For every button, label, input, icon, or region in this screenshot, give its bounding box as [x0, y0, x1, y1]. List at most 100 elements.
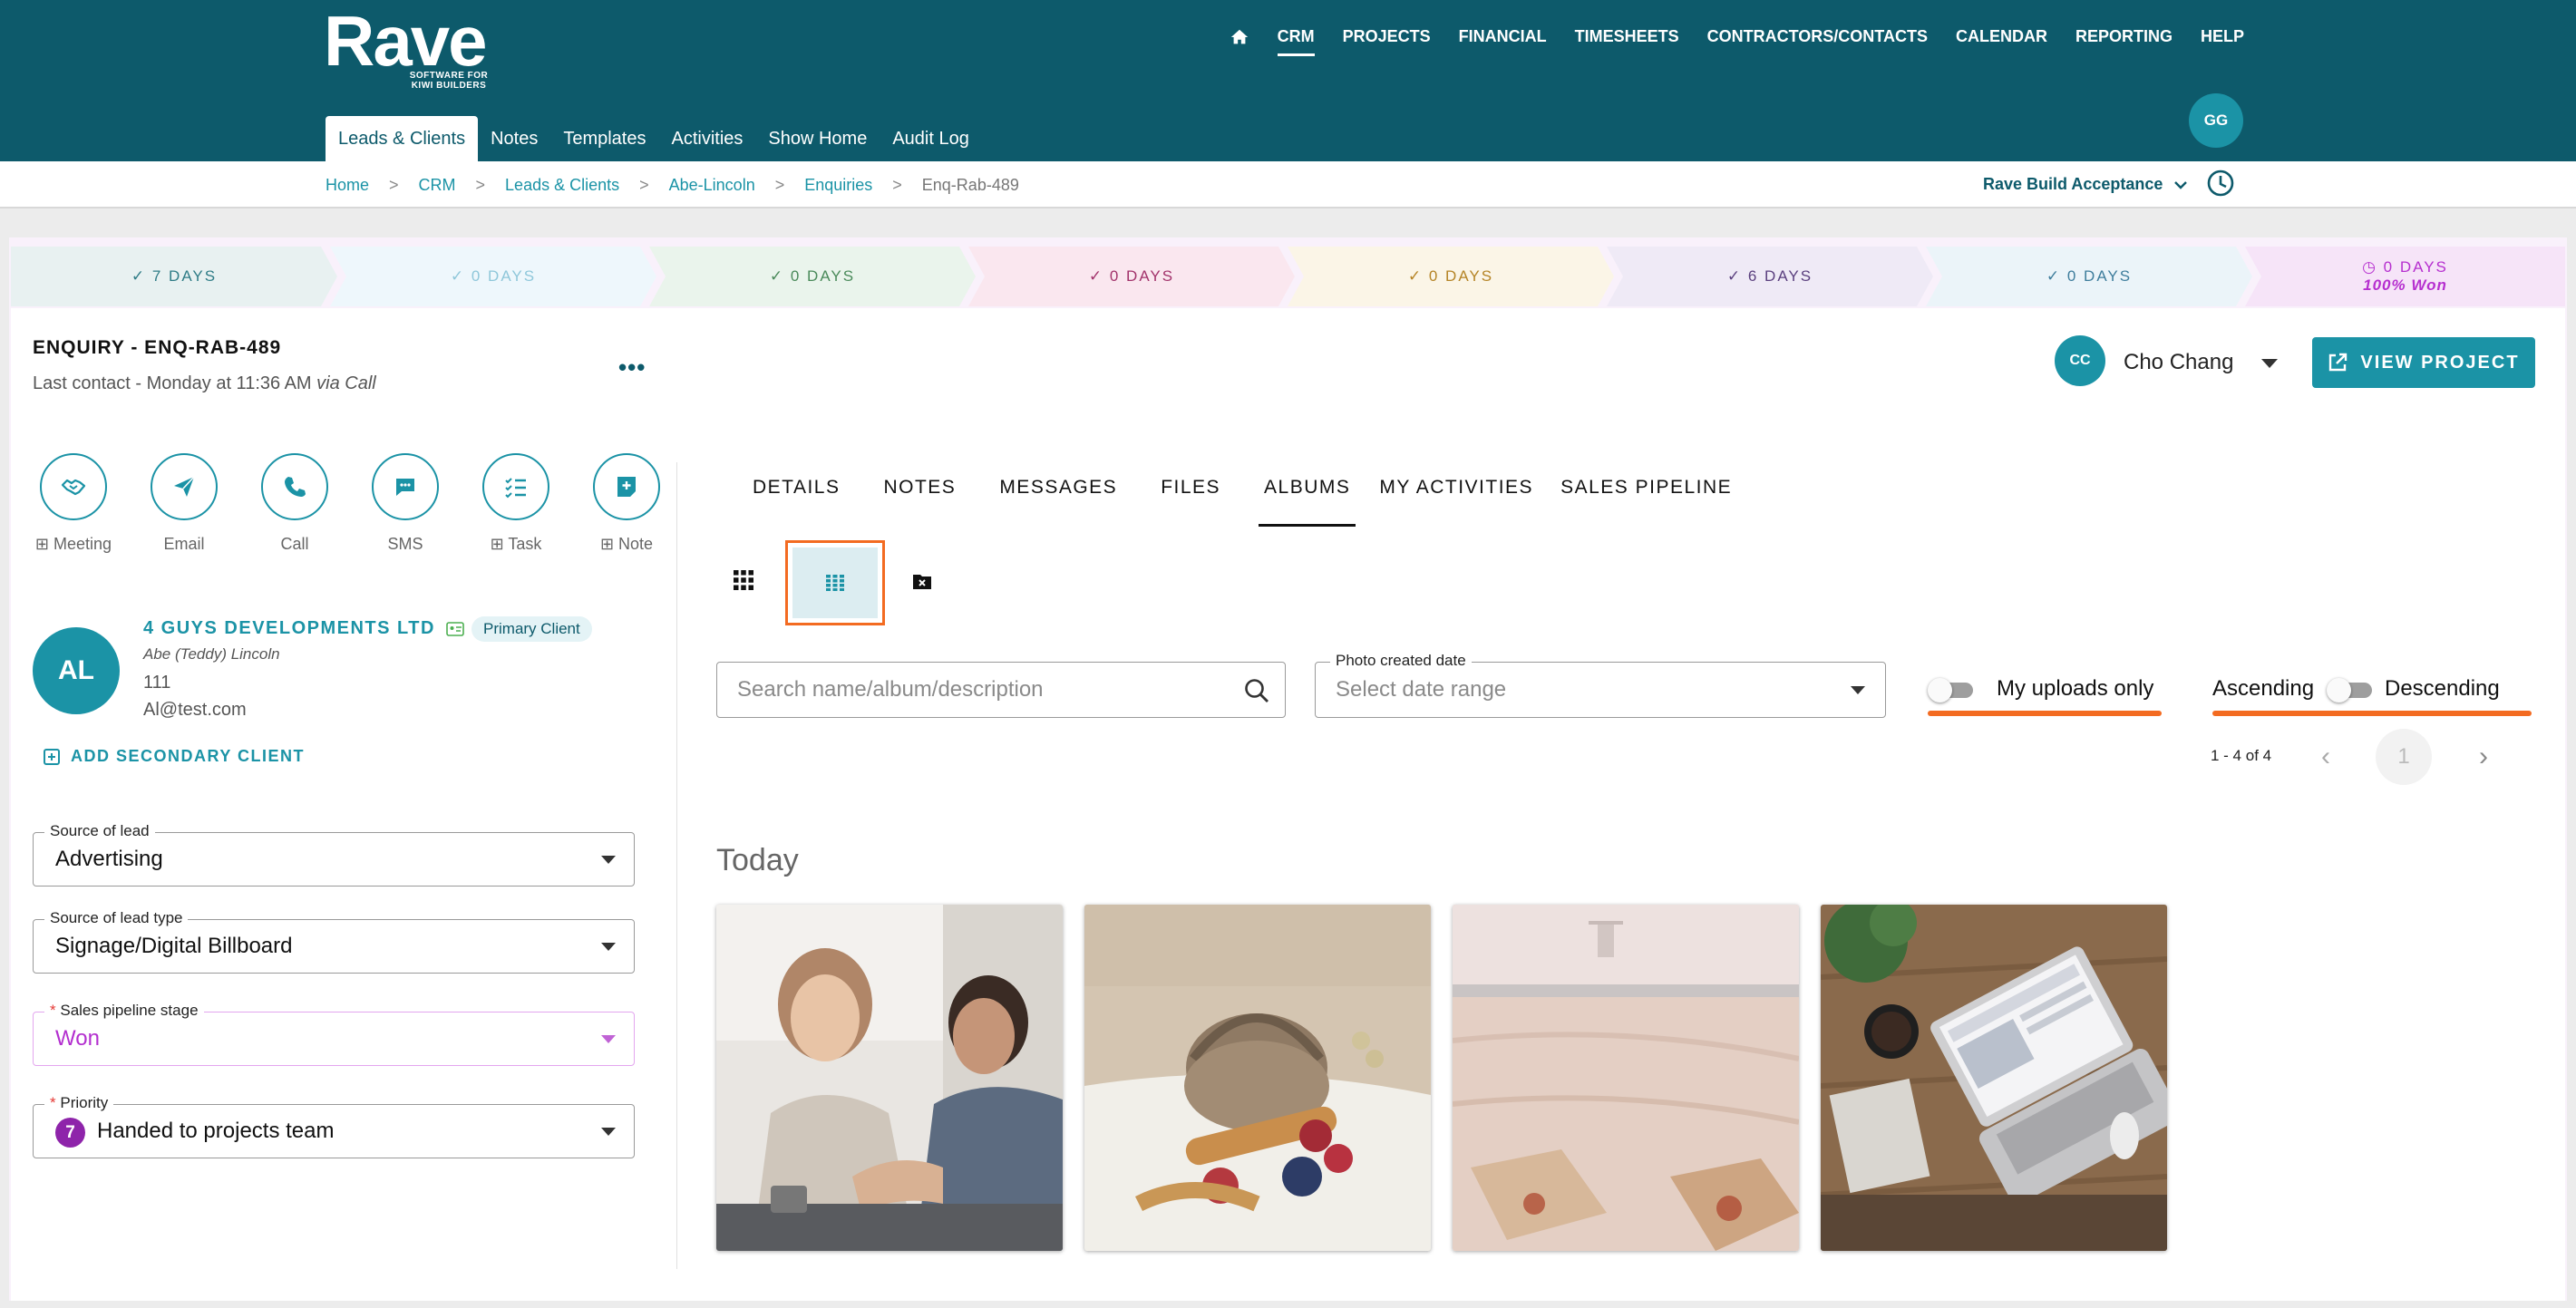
action-meeting[interactable]: ⊞ Meeting — [33, 453, 114, 554]
photo-picnic-beach — [1084, 905, 1431, 1251]
tab-sales-pipeline[interactable]: SALES PIPELINE — [1555, 477, 1754, 527]
tab-my-activities[interactable]: MY ACTIVITIES — [1372, 477, 1555, 527]
crumb-client[interactable]: Abe-Lincoln — [669, 176, 755, 195]
my-uploads-toggle[interactable] — [1928, 678, 1973, 702]
rave-logo[interactable]: Rave SOFTWARE FOR KIWI BUILDERS — [324, 5, 488, 91]
stage-7[interactable]: ✓ 0 DAYS — [1926, 247, 2252, 306]
grid-view-icon[interactable] — [733, 569, 754, 591]
stage-4[interactable]: ✓ 0 DAYS — [968, 247, 1295, 306]
user-avatar[interactable]: GG — [2189, 93, 2243, 148]
sales-pipeline-stage-select[interactable]: * Sales pipeline stage Won — [33, 1002, 635, 1066]
tab-messages[interactable]: MESSAGES — [977, 477, 1139, 527]
nav-financial[interactable]: FINANCIAL — [1459, 27, 1547, 56]
subnav-notes[interactable]: Notes — [478, 129, 550, 161]
page-number[interactable]: 1 — [2376, 729, 2432, 785]
breadcrumb-bar: Home > CRM > Leads & Clients > Abe-Linco… — [0, 161, 2576, 208]
sub-nav: Leads & Clients Notes Templates Activiti… — [326, 116, 982, 161]
home-icon[interactable] — [1230, 27, 1249, 56]
nav-reporting[interactable]: REPORTING — [2075, 27, 2173, 56]
tab-details[interactable]: DETAILS — [733, 477, 861, 527]
logo-tagline: SOFTWARE FOR KIWI BUILDERS — [403, 71, 494, 91]
album-photo[interactable] — [1821, 905, 2167, 1251]
enquiry-shell: ✓ 7 DAYS ✓ 0 DAYS ✓ 0 DAYS ✓ 0 DAYS ✓ 0 … — [9, 237, 2567, 1301]
add-secondary-client-button[interactable]: ADD SECONDARY CLIENT — [44, 747, 305, 766]
checklist-icon — [482, 453, 549, 520]
primary-client-badge: Primary Client — [471, 616, 592, 642]
nav-projects[interactable]: PROJECTS — [1343, 27, 1431, 56]
crumb-separator: > — [639, 176, 649, 194]
album-view-button-selected[interactable] — [785, 540, 885, 625]
tagline-line-1: SOFTWARE FOR — [409, 71, 489, 81]
action-task[interactable]: ⊞ Task — [475, 453, 557, 554]
send-icon — [151, 453, 218, 520]
chevron-right-icon[interactable]: › — [2479, 741, 2488, 772]
main-nav: CRM PROJECTS FINANCIAL TIMESHEETS CONTRA… — [1230, 27, 2244, 56]
subnav-show-home[interactable]: Show Home — [755, 129, 880, 161]
action-sms[interactable]: SMS — [365, 453, 446, 554]
album-search-input[interactable] — [737, 677, 1227, 702]
crumb-separator: > — [774, 176, 785, 194]
date-range-placeholder: Select date range — [1336, 677, 1507, 702]
chevron-left-icon[interactable]: ‹ — [2321, 741, 2330, 772]
stage-5[interactable]: ✓ 0 DAYS — [1288, 247, 1614, 306]
album-photo[interactable] — [1453, 905, 1799, 1251]
organisation-selector[interactable]: Rave Build Acceptance — [1983, 175, 2188, 194]
search-icon[interactable] — [1243, 677, 1270, 704]
client-company-link[interactable]: 4 GUYS DEVELOPMENTS LTD — [143, 618, 435, 639]
pagination-range: 1 - 4 of 4 — [2211, 747, 2272, 764]
tab-albums[interactable]: ALBUMS — [1259, 477, 1356, 527]
field-value: Handed to projects team — [97, 1119, 335, 1143]
source-of-lead-select[interactable]: Source of lead Advertising — [33, 822, 635, 887]
view-project-button[interactable]: VIEW PROJECT — [2312, 337, 2535, 388]
photo-date-range-select[interactable]: Photo created date Select date range — [1315, 652, 1886, 718]
source-of-lead-type-select[interactable]: Source of lead type Signage/Digital Bill… — [33, 909, 635, 974]
nav-contractors-contacts[interactable]: CONTRACTORS/CONTACTS — [1707, 27, 1928, 56]
subnav-templates[interactable]: Templates — [550, 129, 658, 161]
photo-laptop-desk — [1821, 905, 2167, 1251]
subnav-audit-log[interactable]: Audit Log — [880, 129, 982, 161]
crumb-current: Enq-Rab-489 — [921, 176, 1019, 194]
stage-1[interactable]: ✓ 7 DAYS — [11, 247, 337, 306]
owner-name[interactable]: Cho Chang — [2124, 350, 2233, 375]
action-call[interactable]: Call — [254, 453, 335, 554]
album-photo[interactable] — [716, 905, 1063, 1251]
nav-crm[interactable]: CRM — [1277, 27, 1315, 56]
subnav-activities[interactable]: Activities — [658, 129, 755, 161]
stage-8-won[interactable]: ◷ 0 DAYS 100% Won — [2245, 247, 2565, 306]
stage-6-label: ✓ 6 DAYS — [1726, 267, 1813, 285]
sort-descending-label: Descending — [2385, 676, 2500, 701]
photo-sandy-beach — [1453, 905, 1799, 1251]
action-email[interactable]: Email — [143, 453, 225, 554]
subnav-leads-clients[interactable]: Leads & Clients — [326, 116, 479, 161]
album-photo[interactable] — [1084, 905, 1431, 1251]
tagline-line-2: KIWI BUILDERS — [411, 81, 487, 91]
folder-remove-icon[interactable] — [912, 571, 932, 591]
compact-grid-icon — [826, 575, 844, 591]
tab-notes[interactable]: NOTES — [861, 477, 977, 527]
stage-4-label: ✓ 0 DAYS — [1088, 267, 1175, 285]
enquiry-tabs: DETAILS NOTES MESSAGES FILES ALBUMS MY A… — [733, 477, 1754, 527]
crumb-leads-clients[interactable]: Leads & Clients — [505, 176, 619, 195]
history-clock-icon[interactable] — [2205, 168, 2236, 199]
stage-3[interactable]: ✓ 0 DAYS — [649, 247, 976, 306]
crumb-enquiries[interactable]: Enquiries — [804, 176, 872, 195]
more-options-icon[interactable]: ••• — [618, 354, 646, 382]
nav-help[interactable]: HELP — [2201, 27, 2244, 56]
field-label: * Priority — [44, 1094, 114, 1112]
action-note[interactable]: ⊞ Note — [586, 453, 667, 554]
owner-caret-down-icon[interactable] — [2261, 359, 2278, 368]
stage-2[interactable]: ✓ 0 DAYS — [330, 247, 656, 306]
open-in-new-icon — [2329, 353, 2348, 372]
crumb-crm[interactable]: CRM — [419, 176, 456, 195]
crumb-home[interactable]: Home — [326, 176, 369, 195]
priority-select[interactable]: * Priority 7 Handed to projects team — [33, 1094, 635, 1158]
action-label: ⊞ Meeting — [34, 535, 112, 553]
tab-files[interactable]: FILES — [1139, 477, 1242, 527]
id-card-icon — [446, 622, 464, 636]
stage-6[interactable]: ✓ 6 DAYS — [1607, 247, 1933, 306]
sort-order-toggle[interactable] — [2327, 678, 2372, 702]
nav-calendar[interactable]: CALENDAR — [1956, 27, 2047, 56]
album-view-highlight — [792, 547, 878, 618]
stage-3-label: ✓ 0 DAYS — [769, 267, 856, 285]
nav-timesheets[interactable]: TIMESHEETS — [1575, 27, 1679, 56]
